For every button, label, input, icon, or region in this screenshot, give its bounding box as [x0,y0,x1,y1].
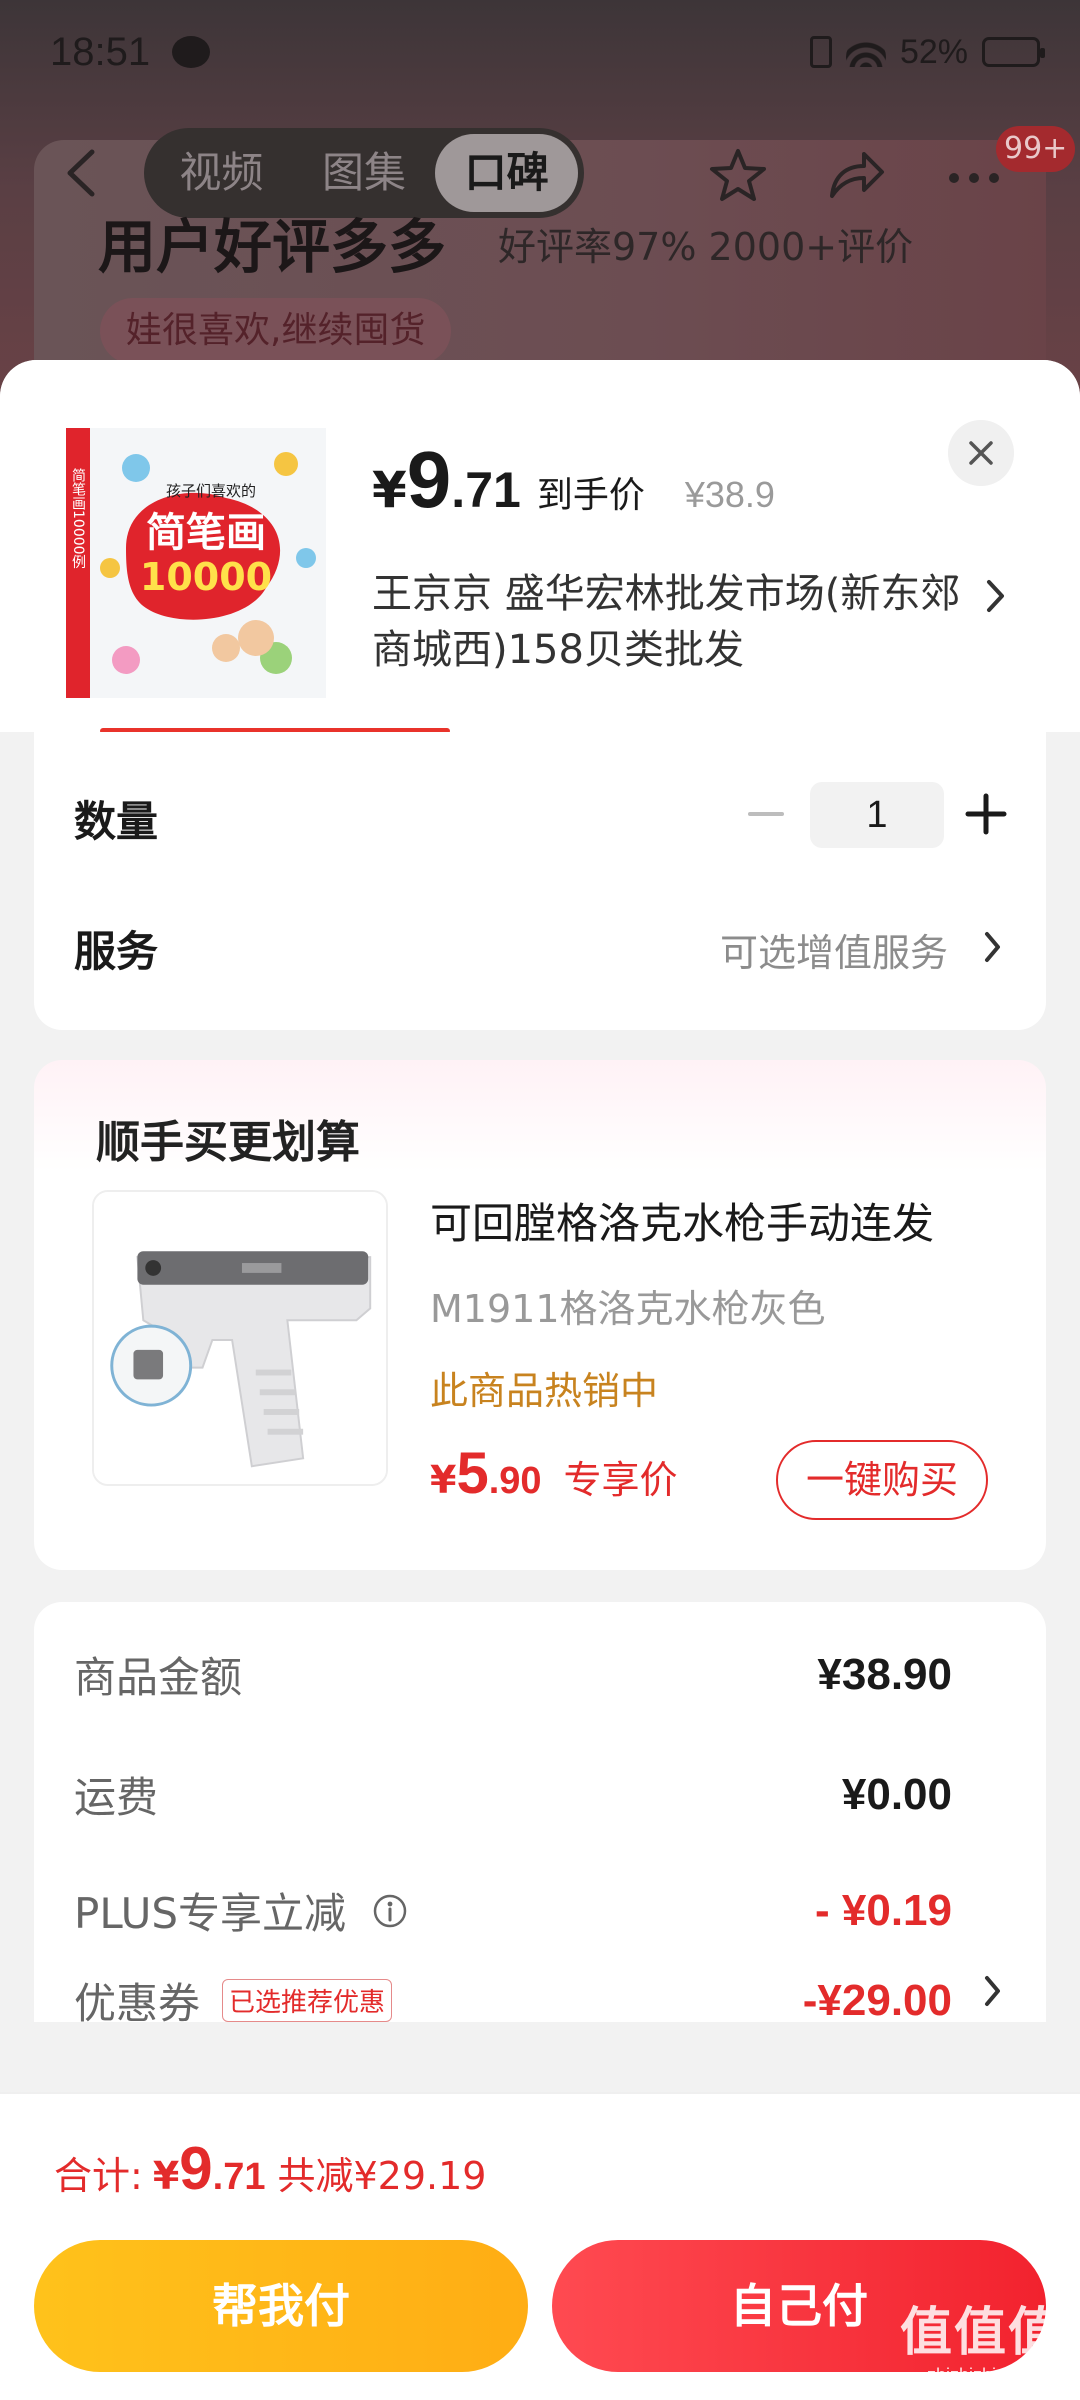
summary-row-goods: 商品金额 ¥38.90 [74,1644,952,1705]
delivery-address[interactable]: 王京京 盛华宏林批发市场(新东郊商城西)158贝类批发 [372,566,972,678]
background-review-title: 用户好评多多 [98,213,447,281]
service-option[interactable]: 可选增值服务 [720,922,948,977]
one-click-buy-button[interactable]: 一键购买 [776,1440,988,1520]
upsell-price-integer: 5 [456,1441,489,1506]
total-symbol: ¥ [152,2154,180,2198]
original-price: ¥38.9 [684,474,775,515]
upsell-price-symbol: ¥ [430,1458,457,1502]
tab-reviews[interactable]: 口碑 [435,134,579,212]
total-saved: 共减¥29.19 [277,2154,487,2198]
quantity-decrease-button[interactable] [746,794,786,834]
summary-value: -¥29.00 [802,1975,952,2025]
battery-icon [982,37,1045,67]
summary-value: ¥0.00 [841,1769,952,1819]
quantity-label: 数量 [74,797,159,846]
help-me-pay-button[interactable]: 帮我付 [34,2240,528,2372]
purchase-sheet: 简笔画10000例 孩子们喜欢的 简笔画 10000 ¥ 9 .71 到手价 ¥… [0,360,1080,2400]
watermark: 值值值 zhizhizhi.com [900,2290,1062,2386]
sheet-header: 简笔画10000例 孩子们喜欢的 简笔画 10000 ¥ 9 .71 到手价 ¥… [0,360,1080,734]
summary-label: PLUS专享立减 [74,1889,347,1938]
background-review-subtitle: 好评率97% 2000+评价 [498,225,914,269]
checkout-footer: 合计: ¥ 9 .71 共减¥29.19 帮我付 自己付 值值值 zhizhiz… [0,2092,1080,2400]
message-badge: 99+ [996,126,1076,172]
price-symbol: ¥ [372,461,407,519]
wechat-icon [172,36,211,68]
wifi-icon [845,37,886,67]
upsell-product-spec: M1911格洛克水枪灰色 [430,1287,826,1331]
summary-row-shipping: 运费 ¥0.00 [74,1764,952,1825]
final-price: ¥ 9 .71 到手价 ¥38.9 [372,434,775,526]
share-icon[interactable] [826,148,886,202]
book-cover-title: 简笔画 [146,510,266,556]
total-integer: 9 [179,2135,213,2202]
upsell-price-decimal: .90 [488,1460,542,1502]
watermark-url: zhizhizhi.com [926,2365,1036,2385]
chevron-right-icon[interactable] [982,928,1004,966]
price-summary-card: 商品金额 ¥38.90 运费 ¥0.00 PLUS专享立减 - ¥0.19 优惠… [34,1602,1046,2028]
summary-label: 商品金额 [74,1653,243,1702]
total-label: 合计: [54,2154,143,2198]
book-cover-top-text: 孩子们喜欢的 [166,482,256,500]
price-label: 到手价 [536,475,645,516]
sim-icon [809,36,832,68]
status-bar: 18:51 52% [50,22,1045,82]
favorite-star-icon[interactable] [708,148,768,202]
order-total: 合计: ¥ 9 .71 共减¥29.19 [54,2134,486,2203]
book-spine-text: 简笔画10000例 [70,467,86,570]
coupon-recommended-tag: 已选推荐优惠 [222,1979,393,2022]
status-time: 18:51 [50,29,151,74]
more-icon[interactable] [944,148,1004,202]
product-thumbnail[interactable]: 简笔画10000例 孩子们喜欢的 简笔画 10000 [66,428,326,698]
upsell-hot-label: 此商品热销中 [430,1369,659,1413]
summary-row-coupon[interactable]: 优惠券 已选推荐优惠 -¥29.00 [74,1970,952,2031]
upsell-product-title[interactable]: 可回膛格洛克水枪手动连发 [430,1190,934,1251]
upsell-price-label: 专享价 [563,1458,678,1502]
upsell-price: ¥ 5 .90 专享价 [430,1440,678,1507]
background-review-tag: 娃很喜欢,继续囤货 [100,298,452,364]
price-decimal: .71 [451,462,521,518]
upsell-card: 顺手买更划算 可回膛格洛克水枪手动连发 M1911格洛克水枪灰色 此商品热销中 … [34,1060,1046,1570]
total-decimal: .71 [212,2156,266,2198]
summary-label: 优惠券 [74,1979,201,2028]
quantity-input[interactable]: 1 [810,782,944,848]
upsell-product-image[interactable] [92,1190,388,1486]
quantity-increase-button[interactable] [964,792,1008,836]
book-cover-number: 10000 [140,555,272,599]
chevron-right-icon[interactable] [982,1972,1004,2010]
service-label: 服务 [74,927,159,976]
summary-row-plus-discount: PLUS专享立减 - ¥0.19 [74,1880,952,1941]
battery-percent: 52% [899,32,968,71]
price-integer: 9 [406,435,452,524]
close-button[interactable] [948,420,1014,486]
watermark-logo: 值值值 [899,2303,1062,2363]
info-icon[interactable] [372,1893,408,1929]
options-card: 数量 1 服务 可选增值服务 [34,732,1046,1030]
chevron-right-icon[interactable] [984,576,1008,616]
summary-label: 运费 [74,1773,159,1822]
summary-value: ¥38.90 [817,1649,952,1699]
back-icon[interactable] [60,148,104,198]
summary-value: - ¥0.19 [815,1885,952,1935]
upsell-title: 顺手买更划算 [96,1117,360,1168]
